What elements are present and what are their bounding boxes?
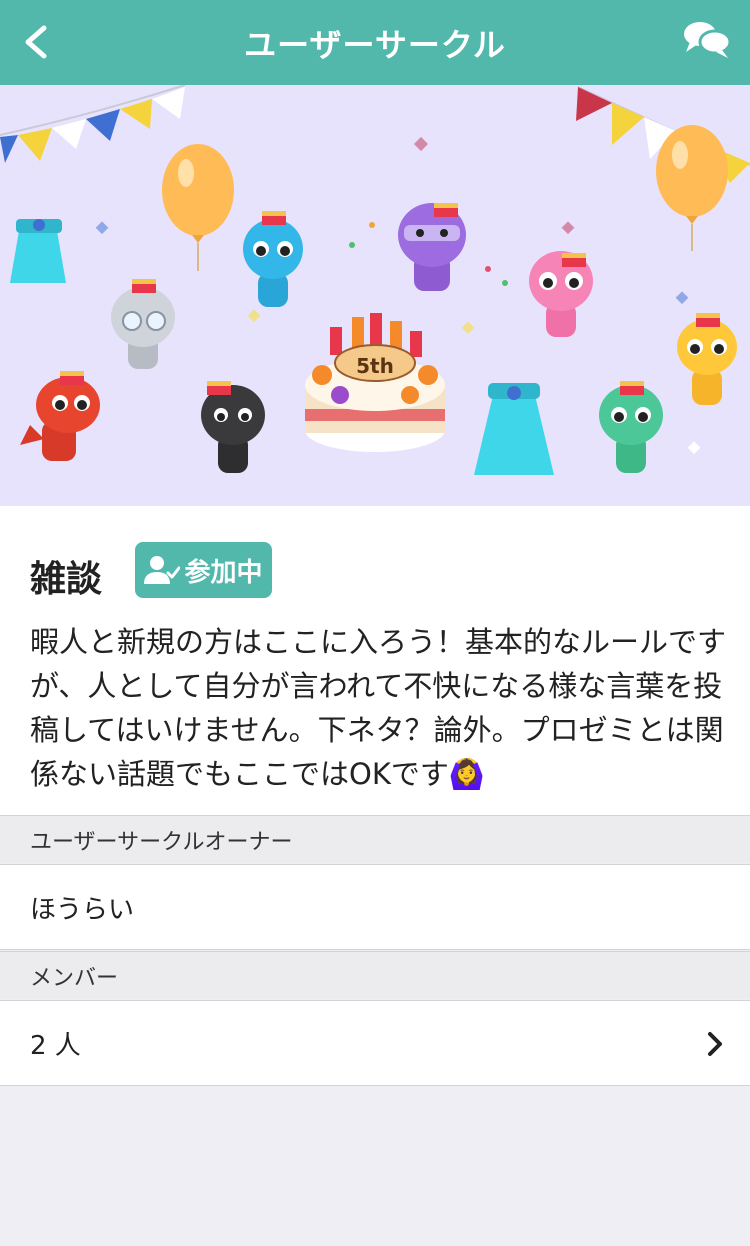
yellow-cat-character [677, 313, 737, 405]
blue-monster-character [243, 211, 303, 307]
chevron-right-icon [708, 1032, 722, 1056]
birthday-cake-illustration [305, 313, 445, 452]
pink-monster-character [529, 251, 593, 337]
bunting-left-decoration [0, 85, 186, 163]
owner-row: ほうらい [0, 864, 750, 950]
circle-description: 暇人と新規の方はここに入ろう！基本的なルールですが、人として自分が言われて不快に… [30, 625, 727, 791]
user-check-icon [144, 556, 181, 584]
circle-name: 雑談 [30, 559, 103, 600]
balloon-left-decoration [162, 144, 234, 271]
back-button[interactable] [18, 20, 58, 64]
joined-badge: 参加中 [135, 542, 272, 598]
chat-button[interactable] [682, 18, 732, 62]
nav-bar: ユーザーサークル [0, 0, 750, 85]
black-cat-character [201, 381, 265, 473]
balloon-right-decoration [656, 125, 728, 251]
owner-section-header: ユーザーサークルオーナー [0, 815, 750, 863]
gift-bag-right-decoration [474, 383, 554, 475]
joined-badge-label: 参加中 [184, 557, 263, 588]
purple-ninja-character [398, 203, 466, 291]
cake-label: 5th [356, 354, 394, 378]
page-title: ユーザーサークル [244, 25, 506, 64]
members-row[interactable]: 2 人 [0, 1000, 750, 1086]
chat-bubbles-icon [684, 22, 732, 58]
gift-bag-left-decoration [10, 219, 66, 283]
member-count: 2 人 [30, 1030, 81, 1061]
owner-name: ほうらい [30, 894, 135, 925]
green-monster-character [599, 381, 663, 473]
red-dragon-character [20, 371, 100, 461]
chevron-left-icon [25, 25, 47, 59]
silver-robot-character [111, 279, 175, 369]
anniversary-banner: 5th [0, 85, 750, 506]
members-section-header: メンバー [0, 951, 750, 999]
